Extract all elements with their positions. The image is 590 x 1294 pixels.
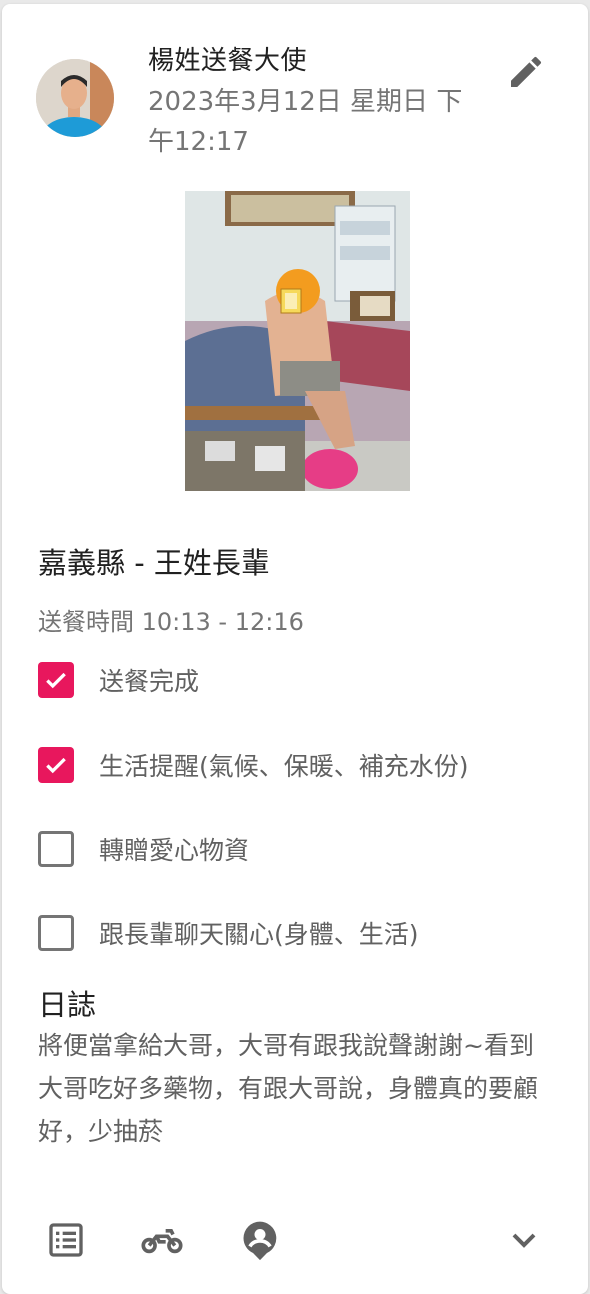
chevron-down-icon	[512, 1233, 536, 1248]
checkbox-unchecked[interactable]	[38, 915, 74, 951]
checklist-label: 生活提醒(氣候、保暖、補充水份)	[99, 752, 469, 781]
delivery-time: 送餐時間 10:13 - 12:16	[38, 608, 304, 636]
list-icon	[49, 1223, 83, 1257]
avatar[interactable]	[36, 59, 114, 137]
checkbox-unchecked[interactable]	[38, 831, 74, 867]
pencil-icon	[511, 56, 542, 87]
log-title: 日誌	[38, 988, 97, 1022]
checklist-label: 送餐完成	[99, 667, 200, 696]
check-icon	[46, 672, 66, 689]
author-name: 楊姓送餐大使	[148, 46, 308, 76]
checklist-item-life-reminder[interactable]: 生活提醒(氣候、保暖、補充水份)	[38, 745, 469, 785]
checklist-item-delivery-done[interactable]: 送餐完成	[38, 660, 199, 700]
edit-button[interactable]	[502, 48, 550, 96]
expand-button[interactable]	[500, 1216, 548, 1264]
check-icon	[46, 757, 66, 774]
delivery-photo	[185, 191, 410, 491]
log-text: 將便當拿給大哥，大哥有跟我說聲謝謝~看到大哥吃好多藥物，有跟大哥說，身體真的要顧…	[38, 1031, 539, 1146]
checklist-label: 轉贈愛心物資	[99, 836, 250, 865]
recipient-title: 嘉義縣 - 王姓長輩	[38, 546, 270, 580]
checkbox-checked[interactable]	[38, 662, 74, 698]
list-button[interactable]	[42, 1216, 90, 1264]
person-pin-button[interactable]	[236, 1216, 284, 1264]
checklist-item-donated-supplies[interactable]: 轉贈愛心物資	[38, 829, 249, 869]
avatar-photo	[36, 59, 114, 137]
post-photo[interactable]	[185, 191, 410, 491]
checklist-item-chat-care[interactable]: 跟長輩聊天關心(身體、生活)	[38, 913, 419, 953]
checkbox-checked[interactable]	[38, 747, 74, 783]
person-pin-icon	[243, 1221, 277, 1261]
motorcycle-button[interactable]	[138, 1216, 186, 1264]
post-timestamp: 2023年3月12日 星期日 下午12:17	[148, 87, 463, 157]
checklist-label: 跟長輩聊天關心(身體、生活)	[99, 920, 419, 949]
post-card: 楊姓送餐大使 2023年3月12日 星期日 下午12:17 嘉義縣 - 王姓長輩…	[2, 4, 588, 1294]
motorcycle-icon	[141, 1229, 183, 1254]
